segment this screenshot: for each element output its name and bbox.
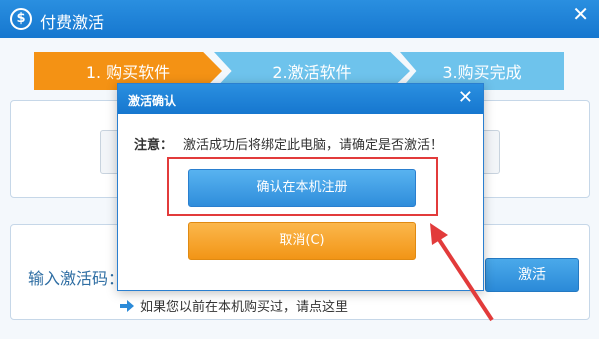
annotation-arrow-icon xyxy=(430,223,494,322)
warning-text: 激活成功后将绑定此电脑，请确定是否激活！ xyxy=(183,138,444,153)
title-bar: $ 付费激活 ✕ xyxy=(0,0,599,38)
window-title: 付费激活 xyxy=(40,13,105,32)
dialog-message: 注意： 激活成功后将绑定此电脑，请确定是否激活！ xyxy=(134,134,474,153)
annotation-highlight-box xyxy=(167,157,438,216)
window-close-button[interactable]: ✕ xyxy=(572,4,589,24)
arrow-right-icon xyxy=(120,299,134,312)
cancel-button[interactable]: 取消(C) xyxy=(188,222,416,260)
purchased-before-text: 如果您以前在本机购买过，请点这里 xyxy=(140,300,349,315)
purchased-before-link[interactable]: 如果您以前在本机购买过，请点这里 xyxy=(120,296,348,315)
dialog-header: 激活确认 ✕ xyxy=(118,84,483,114)
note-label: 注意： xyxy=(134,138,174,153)
dollar-circle-icon: $ xyxy=(10,8,32,30)
dialog-title: 激活确认 xyxy=(128,94,177,108)
activation-code-label: 输入激活码： xyxy=(28,269,125,288)
dialog-close-button[interactable]: ✕ xyxy=(458,86,473,110)
